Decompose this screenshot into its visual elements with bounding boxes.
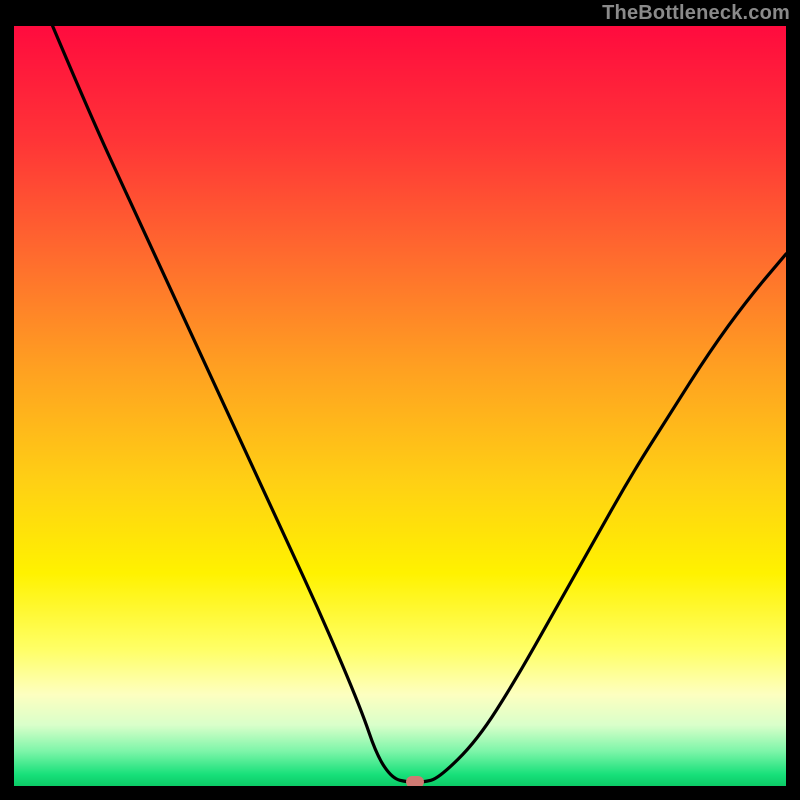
optimal-point-marker xyxy=(406,776,424,786)
watermark-text: TheBottleneck.com xyxy=(602,2,790,25)
chart-frame: TheBottleneck.com xyxy=(0,0,800,800)
bottleneck-curve xyxy=(14,26,786,786)
plot-area xyxy=(14,26,786,786)
